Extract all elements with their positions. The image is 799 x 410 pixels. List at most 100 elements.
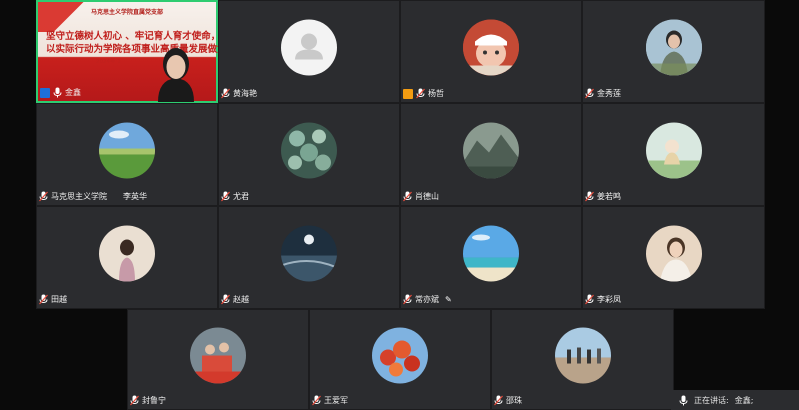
participant-namebar: 杨哲 [403,87,444,100]
group-outdoor-avatar-icon [554,327,611,384]
participant-namebar: 马克思主义学院 [39,190,107,203]
mic-muted-icon[interactable] [416,88,425,99]
speaking-label: 正在讲话: [694,395,729,405]
cohost-badge-icon [403,88,413,99]
presenter-video-icon [158,48,194,102]
mic-muted-icon[interactable] [403,191,412,202]
participant-tile-p4[interactable]: 马克思主义学院 李英华 [36,103,218,206]
avatar [645,225,702,282]
participant-tile-p9[interactable]: 赵越 [218,206,400,309]
avatar [281,225,337,282]
mic-icon [679,395,688,405]
participant-name: 马克思主义学院 [51,191,107,201]
participant-namebar: 肖德山 [403,190,439,203]
avatar [463,19,519,76]
avatar [463,225,519,282]
mic-muted-icon[interactable] [585,191,594,202]
mic-muted-icon[interactable] [221,88,230,99]
participant-tile-p1[interactable]: 黄海艳 [218,0,400,103]
participant-name: 姜若鸣 [597,191,621,201]
night-lake-avatar-icon [281,225,337,282]
participant-tile-p11[interactable]: 李彩凤 [582,206,765,309]
participant-name: 金秀莲 [597,88,621,98]
participant-namebar: 王爱军 [312,394,348,407]
participant-tile-p8[interactable]: 田越 [36,206,218,309]
presenter-namebar: 金鑫 [40,86,81,99]
participant-name: 杨哲 [428,88,444,98]
mic-muted-icon[interactable] [221,294,230,305]
participant-name: 李彩凤 [597,294,621,304]
participant-tile-p3[interactable]: 金秀莲 [582,0,765,103]
participant-namebar: 封鲁宁 [130,394,166,407]
participant-name: 田越 [51,294,67,304]
participant-name: 黄海艳 [233,88,257,98]
participant-name-secondary: 李英华 [123,192,147,201]
participant-namebar: 赵越 [221,293,249,306]
participant-namebar: 姜若鸣 [585,190,621,203]
avatar [645,19,702,76]
group-photo-avatar-icon [190,327,246,384]
participant-namebar: 金秀莲 [585,87,621,100]
slide-org-title: 马克思主义学院直属党支部 [90,9,163,16]
participant-tile-p6[interactable]: 肖德山 [400,103,582,206]
mic-muted-icon[interactable] [494,395,503,406]
mic-on-icon[interactable] [53,87,62,98]
avatar [99,122,155,179]
avatar [645,122,702,179]
participant-namebar: 李彩凤 [585,293,621,306]
beach-avatar-icon [463,225,519,282]
participant-namebar: 田越 [39,293,67,306]
mic-muted-icon[interactable] [585,294,594,305]
succulent-avatar-icon [281,122,337,179]
mic-muted-icon[interactable] [221,191,230,202]
default-user-icon [295,33,323,60]
participant-tile-p12[interactable]: 封鲁宁 [127,309,309,410]
photo-avatar-icon [645,19,702,76]
participant-tile-p14[interactable]: 邵珠 [491,309,674,410]
participant-name: 邵珠 [506,395,522,405]
slide-date: 2024年 1 [96,59,121,65]
participant-tile-p2[interactable]: 杨哲 [400,0,582,103]
participant-name: 肖德山 [415,191,439,201]
participant-name: 尤君 [233,191,249,201]
participant-tile-p10[interactable]: 常亦斌 ✎ [400,206,582,309]
avatar [99,225,155,282]
participant-namebar: 黄海艳 [221,87,257,100]
participant-name: 金鑫 [65,87,81,97]
avatar [281,122,337,179]
participant-name: 常亦斌 [415,294,439,304]
mic-muted-icon[interactable] [39,294,48,305]
girl-avatar-icon [99,225,155,282]
mic-muted-icon[interactable] [312,395,321,406]
mic-muted-icon[interactable] [403,294,412,305]
participant-tile-p5[interactable]: 尤君 [218,103,400,206]
mountain-avatar-icon [463,122,519,179]
avatar [190,327,246,384]
participant-namebar: 邵珠 [494,394,522,407]
avatar [281,19,337,76]
portrait-avatar-icon [645,225,702,282]
participant-name: 赵越 [233,294,249,304]
mic-muted-icon[interactable] [130,395,139,406]
participant-name: 王爱军 [324,395,348,405]
participant-namebar: 尤君 [221,190,249,203]
participant-tile-p7[interactable]: 姜若鸣 [582,103,765,206]
mic-muted-icon[interactable] [585,88,594,99]
participant-namebar: 常亦斌 ✎ [403,293,452,306]
presenter-tile[interactable]: 马克思主义学院直属党支部 坚守立德树人初心 、牢记育人育才使命， 以实际行动为学… [36,0,236,103]
participant-tile-p13[interactable]: 王爱军 [309,309,491,410]
host-badge-icon [40,87,50,98]
video-grid: 马克思主义学院直属党支部 坚守立德树人初心 、牢记育人育才使命， 以实际行动为学… [0,0,799,410]
slide-title-line2: 以实际行动为学院各项事业高质量发展做贡献 [46,44,237,55]
avatar [372,327,428,384]
landscape-avatar-icon [99,122,155,179]
speaking-name: 金鑫; [734,395,754,405]
mic-muted-icon[interactable] [39,191,48,202]
illustration-avatar-icon [645,122,702,179]
participant-name: 封鲁宁 [142,395,166,405]
avatar [463,122,519,179]
speaking-indicator: 正在讲话: 金鑫; [671,390,799,410]
avatar [554,327,611,384]
autumn-leaves-avatar-icon [372,327,428,384]
pencil-icon: ✎ [445,295,452,304]
